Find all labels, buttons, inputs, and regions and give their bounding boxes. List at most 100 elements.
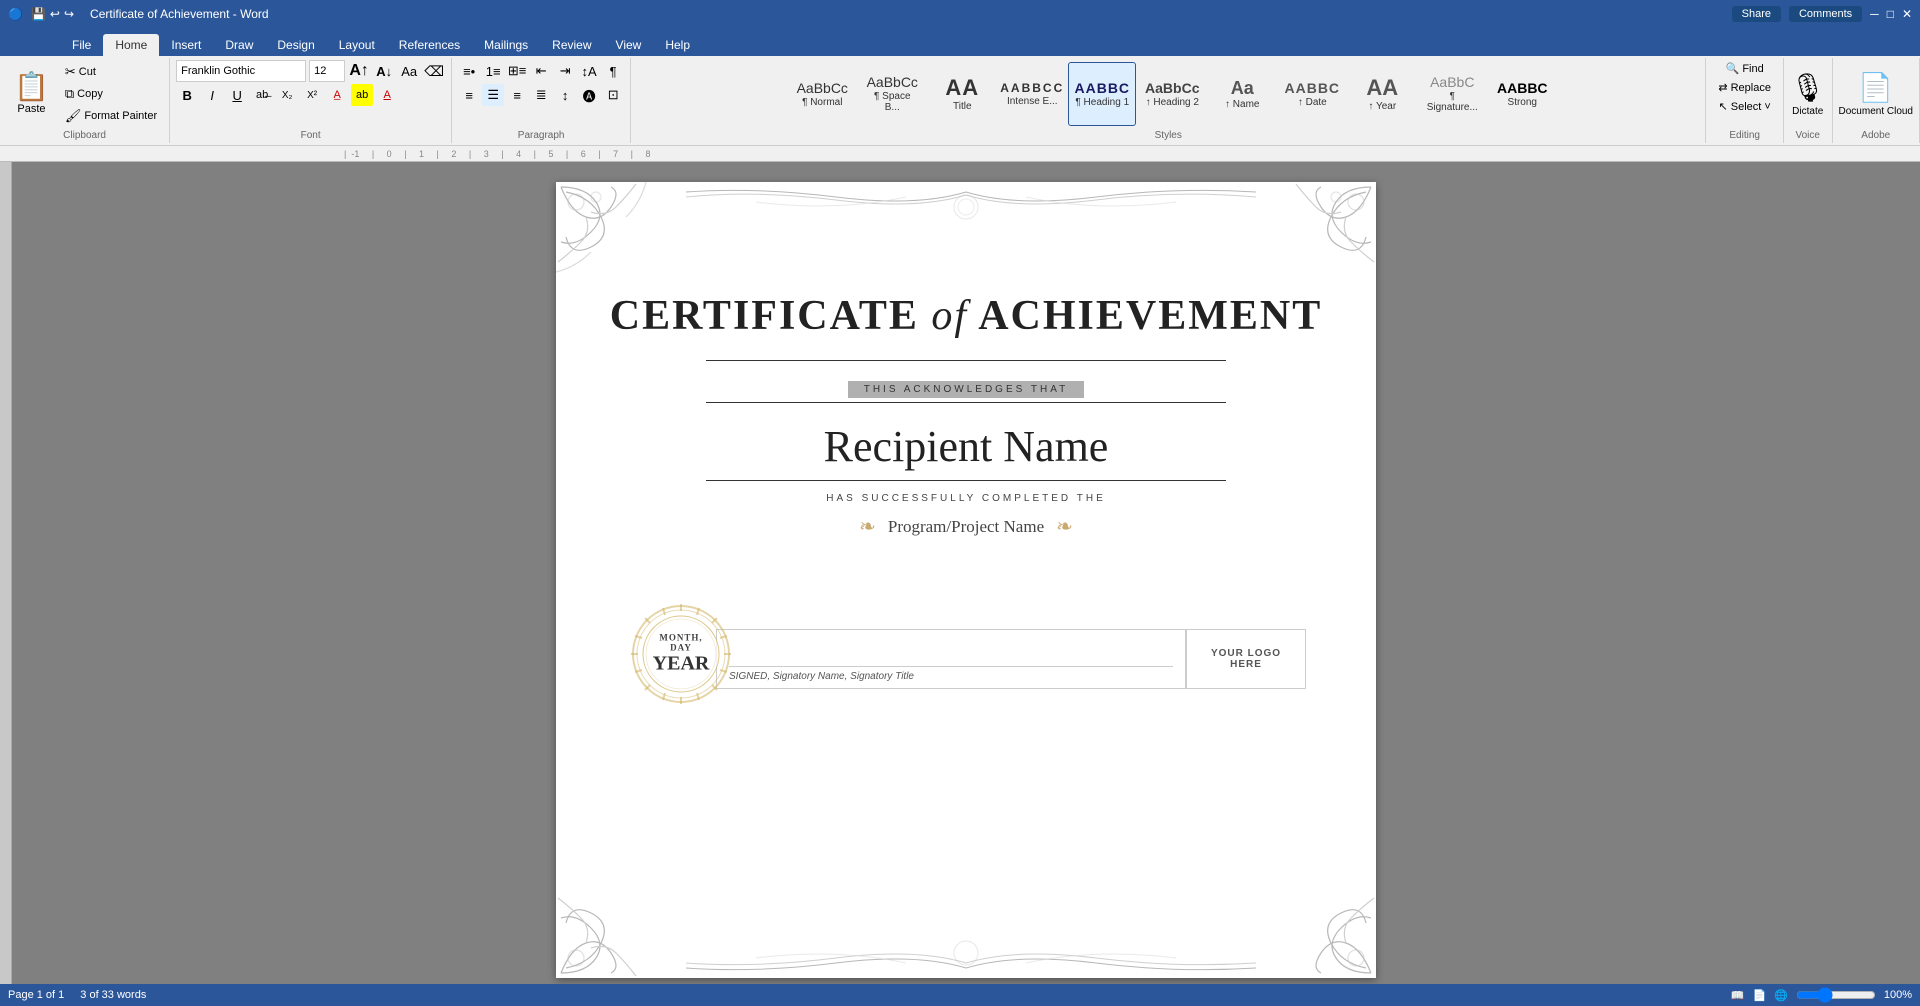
- replace-button[interactable]: ⇄ Replace: [1712, 79, 1777, 96]
- style-heading2[interactable]: AaBbCc ↑ Heading 2: [1138, 62, 1206, 126]
- multilevel-button[interactable]: ⊞≡: [506, 60, 528, 82]
- align-right-button[interactable]: ≡: [506, 84, 528, 106]
- vertical-ruler: [0, 162, 12, 998]
- style-heading1-preview: AABBC: [1074, 81, 1130, 95]
- cert-seal-text: MONTH, DAY YEAR: [653, 633, 710, 676]
- bottom-border-decoration: [556, 918, 1376, 978]
- font-size-input[interactable]: [309, 60, 345, 82]
- tab-review[interactable]: Review: [540, 34, 603, 56]
- align-center-button[interactable]: ☰: [482, 84, 504, 106]
- tab-references[interactable]: References: [387, 34, 472, 56]
- paste-button[interactable]: 📋 Paste: [6, 60, 57, 128]
- share-button[interactable]: Share: [1732, 6, 1781, 22]
- font-name-input[interactable]: [176, 60, 306, 82]
- style-title-preview: AA: [945, 77, 979, 99]
- cert-completed: HAS SUCCESSFULLY COMPLETED THE: [826, 493, 1106, 504]
- font-grow-button[interactable]: A↑: [348, 60, 370, 82]
- style-title[interactable]: AA Title: [928, 62, 996, 126]
- editing-content: 🔍 Find ⇄ Replace ↖ Select ˅: [1712, 60, 1777, 128]
- tab-view[interactable]: View: [604, 34, 654, 56]
- tab-design[interactable]: Design: [265, 34, 326, 56]
- redo-icon[interactable]: ↪: [64, 7, 74, 21]
- cert-acknowledges-container: THIS ACKNOWLEDGES THAT: [706, 354, 1226, 407]
- text-color-button[interactable]: A̲: [326, 84, 348, 106]
- sort-button[interactable]: ↕A: [578, 60, 600, 82]
- cert-flourish-left: ❧: [859, 514, 876, 539]
- decrease-indent-button[interactable]: ⇤: [530, 60, 552, 82]
- underline-button[interactable]: U: [226, 84, 248, 106]
- strikethrough-button[interactable]: ab̶: [251, 84, 273, 106]
- clipboard-label: Clipboard: [6, 128, 163, 141]
- cert-hr-bottom: [706, 402, 1226, 403]
- align-left-button[interactable]: ≡: [458, 84, 480, 106]
- ribbon-group-editing: 🔍 Find ⇄ Replace ↖ Select ˅ Editing: [1706, 58, 1784, 143]
- view-layout-icon[interactable]: 📄: [1752, 989, 1766, 1002]
- borders-button[interactable]: ⊡: [602, 84, 624, 106]
- dictate-button[interactable]: 🎙: [1790, 71, 1826, 104]
- style-signature[interactable]: AaBbC ¶ Signature...: [1418, 62, 1486, 126]
- tab-draw[interactable]: Draw: [213, 34, 265, 56]
- change-case-button[interactable]: Aa: [398, 60, 420, 82]
- clipboard-content: 📋 Paste ✂ Cut ⧉ Copy 🖌 Format Painter: [6, 60, 163, 128]
- tab-insert[interactable]: Insert: [159, 34, 213, 56]
- view-web-icon[interactable]: 🌐: [1774, 989, 1788, 1002]
- view-read-icon[interactable]: 📖: [1731, 989, 1745, 1002]
- font-content: A↑ A↓ Aa ⌫ B I U ab̶ X₂ X² A̲ ab A: [176, 60, 445, 128]
- shading-button[interactable]: 🅐: [578, 84, 600, 106]
- style-heading1[interactable]: AABBC ¶ Heading 1: [1068, 62, 1136, 126]
- cut-icon: ✂: [65, 64, 76, 80]
- bullets-button[interactable]: ≡•: [458, 60, 480, 82]
- select-button[interactable]: ↖ Select ˅: [1713, 98, 1777, 115]
- copy-button[interactable]: ⧉ Copy: [59, 84, 163, 104]
- tab-help[interactable]: Help: [653, 34, 702, 56]
- font-color-button[interactable]: A: [376, 84, 398, 106]
- styles-gallery: AaBbCc ¶ Normal AaBbCc ¶ Space B... AA T…: [788, 60, 1548, 128]
- find-button[interactable]: 🔍 Find: [1720, 60, 1770, 77]
- paragraph-row2: ≡ ☰ ≡ ≣ ↕ 🅐 ⊡: [458, 84, 624, 106]
- style-space-before[interactable]: AaBbCc ¶ Space B...: [858, 62, 926, 126]
- ribbon-group-styles: AaBbCc ¶ Normal AaBbCc ¶ Space B... AA T…: [631, 58, 1706, 143]
- bold-button[interactable]: B: [176, 84, 198, 106]
- cut-button[interactable]: ✂ Cut: [59, 62, 163, 82]
- acrobat-button[interactable]: 📄: [1858, 71, 1893, 104]
- style-normal[interactable]: AaBbCc ¶ Normal: [788, 62, 856, 126]
- zoom-slider[interactable]: [1796, 987, 1876, 1003]
- show-formatting-button[interactable]: ¶: [602, 60, 624, 82]
- tab-mailings[interactable]: Mailings: [472, 34, 540, 56]
- tab-home[interactable]: Home: [103, 34, 159, 56]
- font-shrink-button[interactable]: A↓: [373, 60, 395, 82]
- tab-file[interactable]: File: [60, 34, 103, 56]
- style-intense[interactable]: AABBCC Intense E...: [998, 62, 1066, 126]
- tab-layout[interactable]: Layout: [327, 34, 387, 56]
- comments-button[interactable]: Comments: [1789, 6, 1862, 22]
- format-painter-icon: 🖌: [65, 108, 82, 124]
- restore-icon[interactable]: □: [1887, 7, 1894, 21]
- ribbon-group-adobe: 📄 Document Cloud Adobe: [1833, 58, 1920, 143]
- line-spacing-button[interactable]: ↕: [554, 84, 576, 106]
- close-icon[interactable]: ✕: [1902, 7, 1912, 21]
- increase-indent-button[interactable]: ⇥: [554, 60, 576, 82]
- cert-signed-text: SIGNED, Signatory Name, Signatory Title: [729, 671, 1173, 682]
- clear-format-button[interactable]: ⌫: [423, 60, 445, 82]
- font-label: Font: [176, 128, 445, 141]
- subscript-button[interactable]: X₂: [276, 84, 298, 106]
- undo-icon[interactable]: ↩: [50, 7, 60, 21]
- style-date[interactable]: AABBC ↑ Date: [1278, 62, 1346, 126]
- certificate-title: CERTIFICATE of ACHIEVEMENT: [610, 292, 1323, 340]
- style-name[interactable]: Aa ↑ Name: [1208, 62, 1276, 126]
- cert-hr-after-recipient: [706, 480, 1226, 481]
- highlight-button[interactable]: ab: [351, 84, 373, 106]
- justify-button[interactable]: ≣: [530, 84, 552, 106]
- format-painter-button[interactable]: 🖌 Format Painter: [59, 106, 163, 126]
- style-year[interactable]: AA ↑ Year: [1348, 62, 1416, 126]
- minimize-icon[interactable]: ─: [1870, 7, 1879, 21]
- dictate-label: Dictate: [1792, 106, 1823, 117]
- superscript-button[interactable]: X²: [301, 84, 323, 106]
- style-strong[interactable]: AABBC Strong: [1488, 62, 1548, 126]
- italic-button[interactable]: I: [201, 84, 223, 106]
- document-title: Certificate of Achievement - Word: [90, 7, 269, 21]
- adobe-content: 📄 Document Cloud: [1839, 60, 1913, 128]
- style-strong-label: Strong: [1508, 97, 1537, 108]
- save-icon[interactable]: 💾: [31, 7, 46, 21]
- numbering-button[interactable]: 1≡: [482, 60, 504, 82]
